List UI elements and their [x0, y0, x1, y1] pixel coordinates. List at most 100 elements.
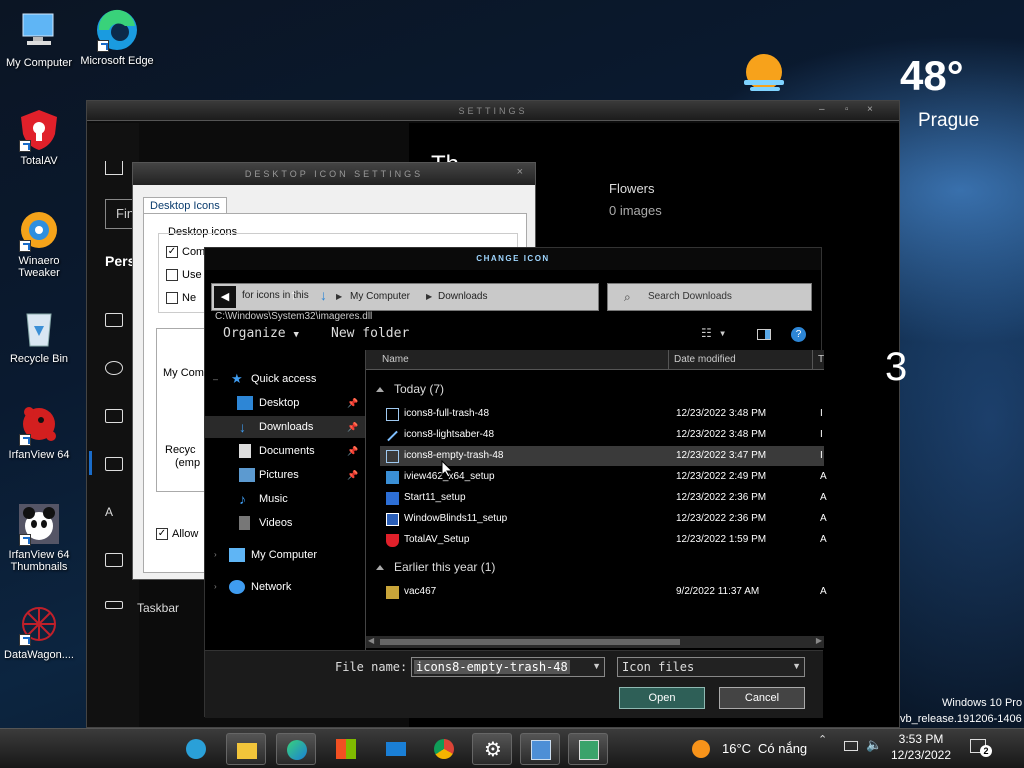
start-icon[interactable]	[105, 553, 123, 567]
desktop-icon-edge[interactable]: Microsoft Edge	[78, 8, 156, 67]
pin-icon: 📌	[347, 398, 359, 408]
weather-sun-icon	[740, 50, 788, 96]
nav-desktop[interactable]: Desktop 📌	[205, 392, 365, 414]
command-bar: Organize ▼ New folder ☷ ▾ ?	[205, 320, 823, 350]
cancel-button[interactable]: Cancel	[719, 687, 805, 709]
file-row[interactable]: icons8-full-trash-48 12/23/2022 3:48 PM …	[380, 404, 824, 424]
dialog-footer: File name: icons8-empty-trash-48 ▼ Icon …	[205, 650, 823, 718]
group-today[interactable]: Today (7)	[376, 382, 444, 396]
settings-button[interactable]: ⚙	[472, 733, 512, 765]
chevron-down-icon[interactable]: ▼	[592, 661, 601, 671]
preview-my-computer[interactable]: My Com	[163, 367, 204, 379]
scrollbar-thumb[interactable]	[380, 639, 680, 645]
desktop-icon-my-computer[interactable]: My Computer	[0, 10, 78, 69]
file-row[interactable]: icons8-lightsaber-48 12/23/2022 3:48 PM …	[380, 425, 824, 445]
media-player-button[interactable]	[176, 733, 216, 765]
file-row[interactable]: Start11_setup 12/23/2022 2:36 PM A	[380, 488, 827, 508]
up-button[interactable]: ↑	[290, 287, 297, 302]
nav-network[interactable]: › Network	[205, 576, 365, 598]
mail-button[interactable]	[376, 733, 416, 765]
file-list: Name Date modified T Today (7) icons8-fu…	[365, 350, 827, 650]
taskbar: ⚙ 16°C Có nắng ⌃ 🔈 3:53 PM 12/23/2022 2	[0, 728, 1024, 768]
file-name-label: File name:	[335, 660, 408, 674]
nav-documents[interactable]: Documents 📌	[205, 440, 365, 462]
file-type-select[interactable]: Icon files ▼	[617, 657, 805, 677]
display-settings-button[interactable]	[568, 733, 608, 765]
edge-button[interactable]	[276, 733, 316, 765]
dis-titlebar[interactable]: DESKTOP ICON SETTINGS	[133, 163, 535, 185]
store-button[interactable]	[326, 733, 366, 765]
preview-pane-icon[interactable]	[757, 329, 771, 340]
desktop-icon-winaero[interactable]: Winaero Tweaker	[0, 208, 78, 279]
new-folder-button[interactable]: New folder	[331, 326, 409, 341]
home-icon[interactable]	[105, 161, 123, 175]
back-button[interactable]: ◀	[214, 286, 236, 308]
preview-recycle[interactable]: Recyc	[165, 444, 196, 456]
horizontal-scrollbar[interactable]: ◀ ▶	[366, 636, 824, 648]
file-row[interactable]: WindowBlinds11_setup 12/23/2022 2:36 PM …	[380, 509, 827, 529]
desktop-icon-irfanview-thumbnails[interactable]: IrfanView 64 Thumbnails	[0, 502, 78, 573]
minimize-button[interactable]: –	[819, 104, 825, 115]
fonts-icon[interactable]: A	[105, 505, 127, 519]
view-options-icon[interactable]: ☷ ▾	[701, 326, 726, 340]
file-explorer-button[interactable]	[226, 733, 266, 765]
desktop-icon-label: My Computer	[5, 57, 73, 69]
breadcrumb-my-computer[interactable]: My Computer	[350, 291, 410, 302]
control-panel-button[interactable]	[520, 733, 560, 765]
notification-center-button[interactable]: 2	[970, 737, 992, 757]
dis-close-button[interactable]: ×	[517, 166, 523, 178]
nav-videos[interactable]: Videos	[205, 512, 365, 534]
nav-music[interactable]: ♪ Music	[205, 488, 365, 510]
desktop-icon-recycle-bin[interactable]: Recycle Bin	[0, 306, 78, 365]
search-input[interactable]: ⌕ Search Downloads	[607, 283, 812, 311]
colors-icon[interactable]	[105, 361, 123, 375]
clock[interactable]: 3:53 PM 12/23/2022	[886, 732, 956, 762]
nav-my-computer[interactable]: › My Computer	[205, 544, 365, 566]
column-type[interactable]: T	[818, 350, 824, 370]
change-icon-titlebar[interactable]: CHANGE ICON	[205, 248, 821, 270]
shortcut-arrow-icon	[19, 140, 31, 152]
chrome-button[interactable]	[424, 733, 464, 765]
lock-screen-icon[interactable]	[105, 409, 123, 423]
tab-desktop-icons[interactable]: Desktop Icons	[143, 197, 227, 214]
chevron-down-icon[interactable]: ▼	[792, 661, 801, 671]
column-name[interactable]: Name	[382, 350, 409, 370]
address-bar[interactable]: ◀ for icons in this ↑ ↓ ▶ My Computer ▶ …	[211, 283, 599, 311]
preview-recycle-empty: (emp	[175, 457, 201, 469]
file-row[interactable]: vac467 9/2/2022 11:37 AM A	[380, 582, 827, 602]
nav-quick-access[interactable]: – ★ Quick access	[205, 368, 365, 390]
nav-pictures[interactable]: Pictures 📌	[205, 464, 365, 486]
nav-downloads[interactable]: ↓ Downloads 📌	[205, 416, 365, 438]
desktop-icon-datawagon[interactable]: DataWagon....	[0, 602, 78, 661]
scroll-right-icon[interactable]: ▶	[816, 636, 822, 645]
file-name-input[interactable]: icons8-empty-trash-48 ▼	[411, 657, 605, 677]
help-icon[interactable]: ?	[791, 327, 806, 342]
breadcrumb-downloads[interactable]: Downloads	[438, 291, 487, 302]
taskbar-icon[interactable]	[105, 601, 123, 609]
themes-icon[interactable]	[105, 457, 123, 471]
column-date-modified[interactable]: Date modified	[674, 350, 736, 370]
desktop-icon-irfanview[interactable]: IrfanView 64	[0, 402, 78, 461]
organize-menu[interactable]: Organize ▼	[223, 326, 299, 341]
maximize-button[interactable]: ▫	[845, 104, 849, 115]
volume-tray-icon[interactable]: 🔈	[866, 737, 882, 753]
settings-icon: ⚙	[484, 739, 502, 761]
group-earlier-this-year[interactable]: Earlier this year (1)	[376, 560, 495, 574]
desktop-icon-totalav[interactable]: TotalAV	[0, 108, 78, 167]
checkbox-network[interactable]: Ne	[166, 292, 196, 305]
tray-chevron-up-icon[interactable]: ⌃	[818, 733, 827, 746]
desktop-icon-label: IrfanView 64 Thumbnails	[8, 549, 70, 573]
open-button[interactable]: Open	[619, 687, 705, 709]
file-row[interactable]: TotalAV_Setup 12/23/2022 1:59 PM A	[380, 530, 827, 550]
background-icon[interactable]	[105, 313, 123, 327]
taskbar-weather[interactable]: 16°C Có nắng	[692, 738, 812, 760]
allow-themes-checkbox[interactable]: ✓ Allow	[156, 528, 198, 541]
settings-titlebar[interactable]: SETTINGS	[87, 101, 899, 121]
close-button[interactable]: ×	[867, 104, 873, 115]
expand-toggle-icon: –	[213, 374, 219, 384]
shortcut-arrow-icon	[19, 434, 31, 446]
network-tray-icon[interactable]	[844, 741, 858, 751]
checkbox-user[interactable]: Use	[166, 269, 202, 282]
scroll-left-icon[interactable]: ◀	[368, 636, 374, 645]
checkbox-computer[interactable]: ✓ Com	[166, 246, 205, 259]
